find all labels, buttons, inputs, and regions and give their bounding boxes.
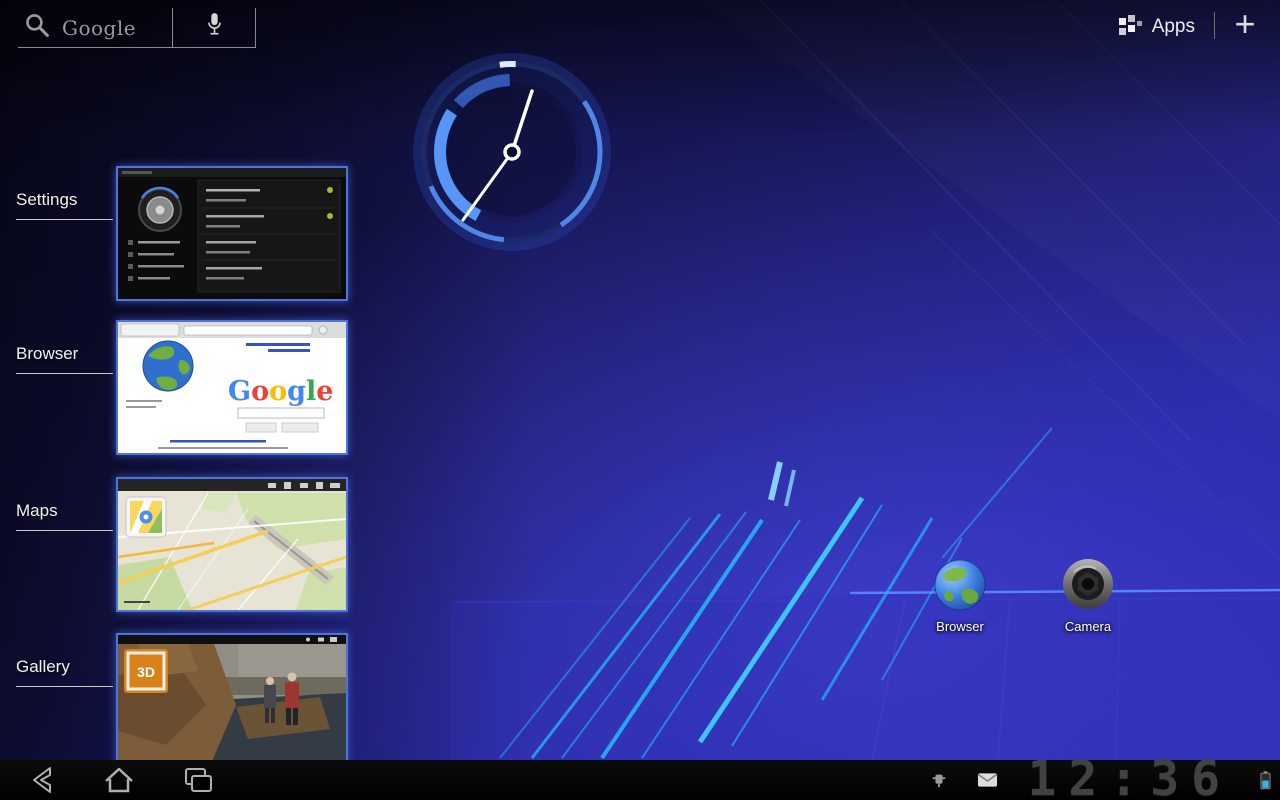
voice-search-button[interactable] xyxy=(172,8,256,48)
google-logo: Google xyxy=(62,16,136,40)
system-bar: 12:36 xyxy=(0,760,1280,800)
topbar-divider xyxy=(1214,12,1215,39)
email-notification[interactable] xyxy=(977,760,998,800)
home-button[interactable] xyxy=(96,760,142,800)
shortcut-browser-label: Browser xyxy=(922,619,998,634)
camera-lens-icon xyxy=(1060,556,1116,612)
email-icon xyxy=(977,772,998,788)
analog-clock-widget[interactable] xyxy=(412,52,612,252)
recents-icon xyxy=(178,760,218,800)
recent-item-maps: Maps xyxy=(0,477,360,617)
recent-thumb-browser[interactable]: Google xyxy=(116,320,348,455)
back-button[interactable] xyxy=(20,760,66,800)
shortcut-camera-label: Camera xyxy=(1050,619,1126,634)
apps-button[interactable]: Apps xyxy=(1117,10,1195,44)
recent-thumb-gallery[interactable]: 3D xyxy=(116,633,348,768)
status-clock[interactable]: 12:36 xyxy=(1028,756,1233,800)
recent-item-gallery: Gallery xyxy=(0,633,360,773)
add-widget-button[interactable]: + xyxy=(1224,2,1266,46)
recents-button[interactable] xyxy=(175,760,221,800)
search-icon xyxy=(24,12,50,43)
google-search-widget: Google xyxy=(18,8,256,48)
search-input[interactable]: Google xyxy=(18,8,172,48)
back-icon xyxy=(23,760,63,800)
recent-thumb-settings[interactable] xyxy=(116,166,348,301)
apps-grid-icon xyxy=(1117,15,1141,39)
battery-status[interactable] xyxy=(1260,760,1271,800)
recent-label-gallery: Gallery xyxy=(16,657,113,687)
browser-globe-icon xyxy=(932,556,988,612)
battery-icon xyxy=(1260,771,1271,790)
usb-debug-notification[interactable] xyxy=(930,760,948,800)
microphone-icon xyxy=(205,12,224,43)
recent-item-settings: Settings xyxy=(0,166,360,306)
browser-thumb-google-logo: Google xyxy=(228,376,333,407)
recent-item-browser: Browser Google xyxy=(0,320,360,460)
apps-button-label: Apps xyxy=(1152,16,1195,38)
gallery-icon-3d-label: 3D xyxy=(137,664,155,680)
shortcut-camera[interactable]: Camera xyxy=(1050,556,1126,634)
recent-thumb-maps[interactable] xyxy=(116,477,348,612)
home-icon xyxy=(99,760,139,800)
usb-debug-icon xyxy=(930,771,948,789)
recent-label-settings: Settings xyxy=(16,190,113,220)
recent-label-maps: Maps xyxy=(16,501,113,531)
recent-label-browser: Browser xyxy=(16,344,113,374)
shortcut-browser[interactable]: Browser xyxy=(922,556,998,634)
home-screen: Google Apps + xyxy=(0,0,1280,800)
